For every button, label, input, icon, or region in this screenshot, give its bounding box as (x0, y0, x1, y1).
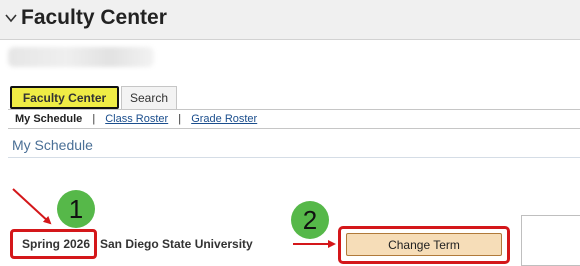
subnav-class-roster-link[interactable]: Class Roster (105, 113, 168, 125)
institution-name: San Diego State University (100, 237, 253, 251)
page-title: Faculty Center (21, 6, 167, 29)
callout-1: 1 (57, 190, 95, 228)
section-divider (8, 157, 580, 158)
subnav-separator: | (178, 113, 182, 125)
side-panel (521, 215, 580, 266)
subnav-my-schedule: My Schedule (15, 113, 83, 125)
subnav-grade-roster-link[interactable]: Grade Roster (191, 113, 257, 125)
tab-divider (8, 109, 580, 110)
term-label: Spring 2026 (22, 237, 91, 251)
section-title: My Schedule (12, 137, 93, 153)
sub-navigation: My Schedule | Class Roster | Grade Roste… (15, 113, 257, 125)
callout-2: 2 (291, 201, 329, 239)
tab-search-label: Search (129, 91, 169, 105)
change-term-button[interactable]: Change Term (346, 233, 502, 256)
chevron-down-icon[interactable] (4, 11, 18, 25)
blurred-user-name (8, 47, 154, 67)
subnav-divider (8, 128, 580, 129)
tab-faculty-center[interactable]: Faculty Center (10, 86, 119, 109)
arrow-to-term (12, 188, 52, 225)
subnav-separator: | (92, 113, 96, 125)
page-header: Faculty Center (0, 0, 580, 40)
tab-search[interactable]: Search (121, 86, 177, 109)
